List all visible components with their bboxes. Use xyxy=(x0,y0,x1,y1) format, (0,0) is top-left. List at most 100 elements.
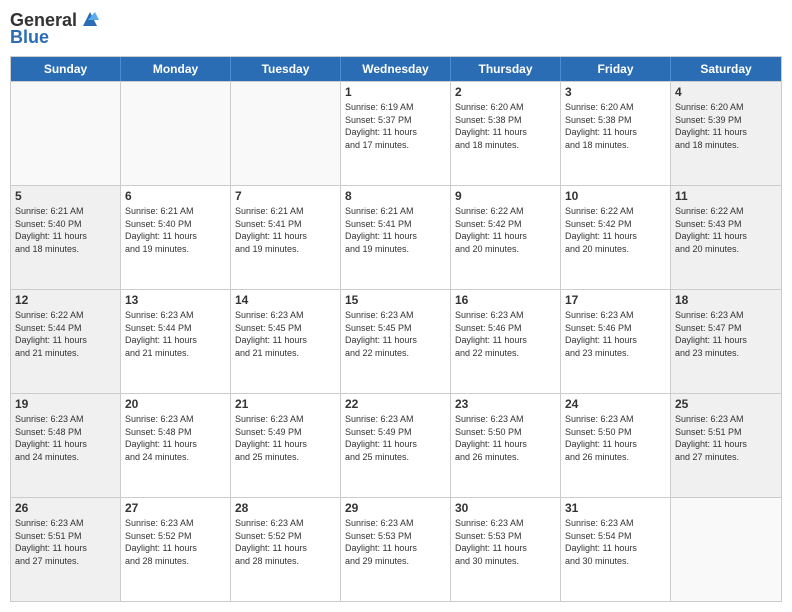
cell-info: Sunrise: 6:22 AM Sunset: 5:43 PM Dayligh… xyxy=(675,205,777,255)
day-header-friday: Friday xyxy=(561,57,671,81)
day-cell-20: 20 Sunrise: 6:23 AM Sunset: 5:48 PM Dayli… xyxy=(121,394,231,497)
day-cell-4: 4Sunrise: 6:20 AM Sunset: 5:39 PM Daylig… xyxy=(671,82,781,185)
logo-icon xyxy=(79,8,101,30)
calendar-header: SundayMondayTuesdayWednesdayThursdayFrid… xyxy=(11,57,781,81)
calendar-row-2: 5Sunrise: 6:21 AM Sunset: 5:40 PM Daylig… xyxy=(11,185,781,289)
day-number: 17 xyxy=(565,293,666,307)
cell-info: Sunrise: 6:23 AM Sunset: 5:45 PM Dayligh… xyxy=(345,309,446,359)
day-cell-18: 18Sunrise: 6:23 AM Sunset: 5:47 PM Dayli… xyxy=(671,290,781,393)
day-cell-22: 22 Sunrise: 6:23 AM Sunset: 5:49 PM Dayli… xyxy=(341,394,451,497)
day-cell-9: 9 Sunrise: 6:22 AM Sunset: 5:42 PM Daylig… xyxy=(451,186,561,289)
cell-info: Sunrise: 6:23 AM Sunset: 5:54 PM Dayligh… xyxy=(565,517,666,567)
day-number: 26 xyxy=(15,501,116,515)
day-cell-14: 14 Sunrise: 6:23 AM Sunset: 5:45 PM Dayli… xyxy=(231,290,341,393)
empty-cell xyxy=(671,498,781,601)
day-number: 2 xyxy=(455,85,556,99)
cell-info: Sunrise: 6:23 AM Sunset: 5:49 PM Dayligh… xyxy=(345,413,446,463)
cell-info: Sunrise: 6:23 AM Sunset: 5:52 PM Dayligh… xyxy=(125,517,226,567)
cell-info: Sunrise: 6:23 AM Sunset: 5:50 PM Dayligh… xyxy=(565,413,666,463)
day-number: 14 xyxy=(235,293,336,307)
cell-info: Sunrise: 6:19 AM Sunset: 5:37 PM Dayligh… xyxy=(345,101,446,151)
empty-cell xyxy=(231,82,341,185)
day-cell-6: 6 Sunrise: 6:21 AM Sunset: 5:40 PM Daylig… xyxy=(121,186,231,289)
cell-info: Sunrise: 6:22 AM Sunset: 5:42 PM Dayligh… xyxy=(455,205,556,255)
day-header-wednesday: Wednesday xyxy=(341,57,451,81)
day-number: 27 xyxy=(125,501,226,515)
cell-info: Sunrise: 6:23 AM Sunset: 5:51 PM Dayligh… xyxy=(15,517,116,567)
cell-info: Sunrise: 6:21 AM Sunset: 5:40 PM Dayligh… xyxy=(15,205,116,255)
day-number: 1 xyxy=(345,85,446,99)
page: General Blue SundayMondayTuesdayWednesda… xyxy=(0,0,792,612)
day-number: 13 xyxy=(125,293,226,307)
cell-info: Sunrise: 6:20 AM Sunset: 5:38 PM Dayligh… xyxy=(455,101,556,151)
calendar-row-3: 12 Sunrise: 6:22 AM Sunset: 5:44 PM Dayli… xyxy=(11,289,781,393)
cell-info: Sunrise: 6:23 AM Sunset: 5:52 PM Dayligh… xyxy=(235,517,336,567)
day-cell-27: 27 Sunrise: 6:23 AM Sunset: 5:52 PM Dayli… xyxy=(121,498,231,601)
day-number: 23 xyxy=(455,397,556,411)
day-cell-3: 3Sunrise: 6:20 AM Sunset: 5:38 PM Daylig… xyxy=(561,82,671,185)
cell-info: Sunrise: 6:23 AM Sunset: 5:53 PM Dayligh… xyxy=(345,517,446,567)
day-header-thursday: Thursday xyxy=(451,57,561,81)
day-cell-11: 11Sunrise: 6:22 AM Sunset: 5:43 PM Dayli… xyxy=(671,186,781,289)
day-number: 7 xyxy=(235,189,336,203)
day-cell-21: 21Sunrise: 6:23 AM Sunset: 5:49 PM Dayli… xyxy=(231,394,341,497)
cell-info: Sunrise: 6:23 AM Sunset: 5:53 PM Dayligh… xyxy=(455,517,556,567)
day-number: 15 xyxy=(345,293,446,307)
cell-info: Sunrise: 6:21 AM Sunset: 5:40 PM Dayligh… xyxy=(125,205,226,255)
day-cell-17: 17 Sunrise: 6:23 AM Sunset: 5:46 PM Dayli… xyxy=(561,290,671,393)
day-cell-29: 29 Sunrise: 6:23 AM Sunset: 5:53 PM Dayli… xyxy=(341,498,451,601)
day-cell-30: 30 Sunrise: 6:23 AM Sunset: 5:53 PM Dayli… xyxy=(451,498,561,601)
cell-info: Sunrise: 6:22 AM Sunset: 5:42 PM Dayligh… xyxy=(565,205,666,255)
day-number: 9 xyxy=(455,189,556,203)
cell-info: Sunrise: 6:23 AM Sunset: 5:47 PM Dayligh… xyxy=(675,309,777,359)
calendar-row-4: 19 Sunrise: 6:23 AM Sunset: 5:48 PM Dayli… xyxy=(11,393,781,497)
day-cell-31: 31 Sunrise: 6:23 AM Sunset: 5:54 PM Dayli… xyxy=(561,498,671,601)
day-number: 24 xyxy=(565,397,666,411)
day-header-sunday: Sunday xyxy=(11,57,121,81)
day-cell-25: 25Sunrise: 6:23 AM Sunset: 5:51 PM Dayli… xyxy=(671,394,781,497)
day-number: 4 xyxy=(675,85,777,99)
day-number: 10 xyxy=(565,189,666,203)
day-number: 3 xyxy=(565,85,666,99)
day-cell-15: 15 Sunrise: 6:23 AM Sunset: 5:45 PM Dayli… xyxy=(341,290,451,393)
empty-cell xyxy=(11,82,121,185)
day-header-tuesday: Tuesday xyxy=(231,57,341,81)
calendar-row-5: 26 Sunrise: 6:23 AM Sunset: 5:51 PM Dayli… xyxy=(11,497,781,601)
day-cell-19: 19 Sunrise: 6:23 AM Sunset: 5:48 PM Dayli… xyxy=(11,394,121,497)
cell-info: Sunrise: 6:22 AM Sunset: 5:44 PM Dayligh… xyxy=(15,309,116,359)
day-cell-26: 26 Sunrise: 6:23 AM Sunset: 5:51 PM Dayli… xyxy=(11,498,121,601)
day-cell-28: 28 Sunrise: 6:23 AM Sunset: 5:52 PM Dayli… xyxy=(231,498,341,601)
cell-info: Sunrise: 6:23 AM Sunset: 5:48 PM Dayligh… xyxy=(15,413,116,463)
day-number: 30 xyxy=(455,501,556,515)
cell-info: Sunrise: 6:23 AM Sunset: 5:46 PM Dayligh… xyxy=(565,309,666,359)
cell-info: Sunrise: 6:23 AM Sunset: 5:50 PM Dayligh… xyxy=(455,413,556,463)
day-number: 6 xyxy=(125,189,226,203)
day-header-monday: Monday xyxy=(121,57,231,81)
day-number: 29 xyxy=(345,501,446,515)
cell-info: Sunrise: 6:23 AM Sunset: 5:45 PM Dayligh… xyxy=(235,309,336,359)
day-number: 25 xyxy=(675,397,777,411)
day-number: 20 xyxy=(125,397,226,411)
empty-cell xyxy=(121,82,231,185)
day-cell-23: 23 Sunrise: 6:23 AM Sunset: 5:50 PM Dayli… xyxy=(451,394,561,497)
calendar-row-1: 1 Sunrise: 6:19 AM Sunset: 5:37 PM Daylig… xyxy=(11,81,781,185)
day-cell-7: 7 Sunrise: 6:21 AM Sunset: 5:41 PM Daylig… xyxy=(231,186,341,289)
day-number: 12 xyxy=(15,293,116,307)
day-number: 31 xyxy=(565,501,666,515)
cell-info: Sunrise: 6:23 AM Sunset: 5:48 PM Dayligh… xyxy=(125,413,226,463)
day-number: 8 xyxy=(345,189,446,203)
day-number: 21 xyxy=(235,397,336,411)
cell-info: Sunrise: 6:23 AM Sunset: 5:44 PM Dayligh… xyxy=(125,309,226,359)
day-cell-16: 16Sunrise: 6:23 AM Sunset: 5:46 PM Dayli… xyxy=(451,290,561,393)
day-number: 19 xyxy=(15,397,116,411)
day-cell-13: 13 Sunrise: 6:23 AM Sunset: 5:44 PM Dayli… xyxy=(121,290,231,393)
day-cell-1: 1 Sunrise: 6:19 AM Sunset: 5:37 PM Daylig… xyxy=(341,82,451,185)
day-cell-2: 2 Sunrise: 6:20 AM Sunset: 5:38 PM Daylig… xyxy=(451,82,561,185)
day-cell-10: 10 Sunrise: 6:22 AM Sunset: 5:42 PM Dayli… xyxy=(561,186,671,289)
day-number: 22 xyxy=(345,397,446,411)
day-header-saturday: Saturday xyxy=(671,57,781,81)
cell-info: Sunrise: 6:21 AM Sunset: 5:41 PM Dayligh… xyxy=(345,205,446,255)
day-number: 28 xyxy=(235,501,336,515)
cell-info: Sunrise: 6:21 AM Sunset: 5:41 PM Dayligh… xyxy=(235,205,336,255)
day-number: 16 xyxy=(455,293,556,307)
